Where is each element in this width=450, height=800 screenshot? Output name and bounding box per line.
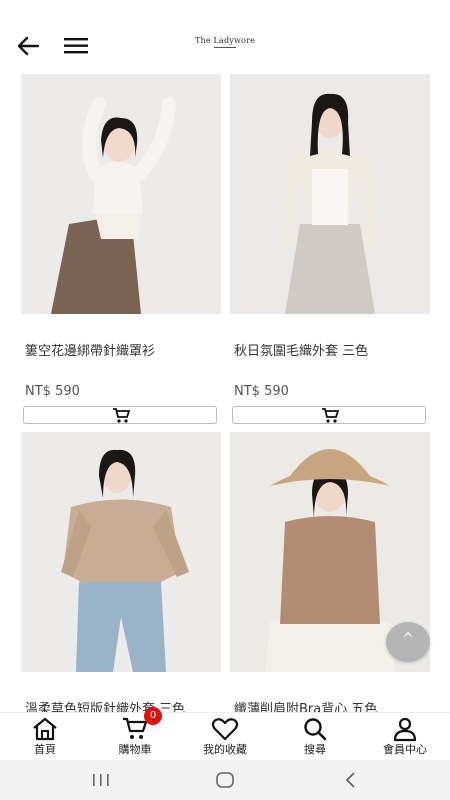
product-name[interactable]: 溫柔草色短版針織外套 三色: [25, 698, 221, 712]
cart-icon: [113, 408, 130, 423]
home-icon: [33, 717, 57, 741]
search-icon: [304, 718, 327, 741]
heart-icon: [211, 718, 239, 741]
add-to-cart-button[interactable]: [232, 406, 426, 424]
product-name[interactable]: 纖薄削肩附Bra背心 五色: [234, 698, 430, 712]
cart-icon: [322, 408, 339, 423]
product-photo[interactable]: [21, 432, 221, 672]
bottom-tab-bar: 首頁 0 購物車 我的收藏 搜尋 會員中心: [0, 707, 450, 761]
tab-label: 首頁: [34, 743, 56, 756]
cart-count-badge: 0: [144, 707, 162, 725]
product-photo[interactable]: [230, 74, 430, 314]
product-name[interactable]: 秋日氛圍毛織外套 三色: [234, 340, 430, 359]
home-nav-icon[interactable]: [210, 770, 240, 790]
scroll-top-button[interactable]: ^: [386, 622, 430, 662]
tab-label: 我的收藏: [203, 743, 247, 756]
tab-label: 購物車: [118, 743, 152, 756]
brand-logo[interactable]: The Ladywore: [0, 36, 450, 48]
top-bar: The Ladywore: [0, 0, 450, 72]
tab-home[interactable]: 首頁: [0, 713, 90, 761]
system-nav-bar: [0, 760, 450, 800]
user-icon: [393, 717, 417, 742]
product-name[interactable]: 簍空花邊綁帶針織罩衫: [25, 340, 221, 359]
product-grid: 簍空花邊綁帶針織罩衫 NT$ 590 秋日氛圍毛織外套 三色 NT$ 590 溫…: [0, 72, 450, 712]
product-price: NT$ 590: [234, 384, 289, 399]
tab-label: 會員中心: [383, 743, 427, 756]
product-photo[interactable]: [21, 74, 221, 314]
tab-search[interactable]: 搜尋: [270, 713, 360, 761]
tab-label: 搜尋: [304, 743, 326, 756]
tab-member[interactable]: 會員中心: [360, 713, 450, 761]
tab-favorites[interactable]: 我的收藏: [180, 713, 270, 761]
add-to-cart-button[interactable]: [23, 406, 217, 424]
back-nav-icon[interactable]: [336, 770, 366, 790]
recent-apps-icon[interactable]: [86, 770, 116, 790]
product-price: NT$ 590: [25, 384, 80, 399]
tab-cart[interactable]: 0 購物車: [90, 707, 180, 761]
